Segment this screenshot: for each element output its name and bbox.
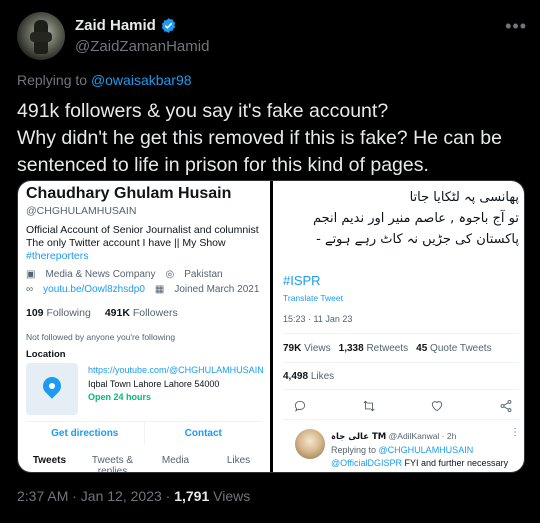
not-followed-note: Not followed by anyone you're following <box>26 332 176 342</box>
quotes-label: Quote Tweets <box>430 343 492 354</box>
location-hours: Open 24 hours <box>88 392 152 402</box>
get-directions-button: Get directions <box>51 428 119 439</box>
reply-author-name: عالی جاہ TM <box>331 432 387 442</box>
profile-link: youtu.be/Oowl8zhsdp0 <box>43 284 145 295</box>
map-pin-icon <box>39 373 65 399</box>
followers-label: Followers <box>132 307 178 319</box>
tweet-text-line2: Why didn't he get this removed if this i… <box>17 127 502 176</box>
urdu-line2: تو آج باجوہ , عاصم منیر اور ندیم انجم <box>312 211 519 226</box>
following-count: 109 <box>26 307 44 319</box>
ispr-hashtag: #ISPR <box>283 273 321 288</box>
profile-location: Pakistan <box>184 269 223 280</box>
like-icon <box>432 401 443 412</box>
location-buttons: Get directions Contact <box>26 421 262 445</box>
followers-count: 491K <box>104 307 130 319</box>
urdu-tweet-text: پھانسی پہ لٹکایا جاتا تو آج باجوہ , عاصم… <box>283 187 519 250</box>
tweet-footer: 2:37 AM · Jan 12, 2023 · 1,791 Views <box>17 488 250 504</box>
likes-count: 4,498 <box>283 371 309 382</box>
reply-more-icon: ⋮ <box>510 427 520 438</box>
link-icon: ∞ <box>26 284 34 295</box>
following-label: Following <box>46 307 91 319</box>
media-image-profile-screenshot[interactable]: Chaudhary Ghulam Husain @CHGHULAMHUSAIN … <box>18 181 270 472</box>
map-thumbnail <box>26 363 78 415</box>
reply-author-handle: @AdilKanwal · 2h <box>388 431 457 441</box>
contact-button: Contact <box>143 422 263 445</box>
reply-body-text: FYI and further necessary <box>404 458 509 468</box>
reply-body: @OfficialDGISPR FYI and further necessar… <box>331 458 508 468</box>
tweet-views-count: 1,791 <box>174 488 210 504</box>
reply-replying-to: Replying to @CHGHULAMHUSAIN <box>331 445 473 455</box>
views-label: Views <box>304 343 331 354</box>
profile-tab-tweets: Tweets <box>32 455 67 466</box>
profile-tabs: Tweets Tweets & replies Media Likes <box>18 455 270 473</box>
profile-tab-likes: Likes <box>226 455 251 466</box>
retweets-label: Retweets <box>366 343 409 354</box>
reply-to-prefix: Replying to <box>331 445 377 455</box>
tweet-text-line1: 491k followers & you say it's fake accou… <box>17 100 389 122</box>
location-url: https://youtube.com/@CHGHULAMHUSAIN <box>88 365 264 375</box>
urdu-line1: پھانسی پہ لٹکایا جاتا <box>409 190 519 205</box>
divider <box>283 333 519 334</box>
retweet-icon <box>363 400 375 412</box>
location-address: Iqbal Town Lahore Lahore 54000 <box>88 379 220 389</box>
quotes-count: 45 <box>416 343 428 354</box>
location-pin-icon: ◎ <box>165 269 175 280</box>
verified-badge-icon <box>161 18 176 33</box>
divider <box>283 362 519 363</box>
likes-label: Likes <box>310 371 335 382</box>
profile-category: Media & News Company <box>45 269 156 280</box>
profile-bio-line1: Official Account of Senior Journalist an… <box>26 224 259 236</box>
share-icon <box>500 399 512 413</box>
calendar-icon: ▦ <box>154 284 165 295</box>
tweet-header: Zaid Hamid @ZaidZamanHamid ••• <box>17 12 527 62</box>
name-row: Zaid Hamid <box>75 17 177 34</box>
profile-meta-row2: ∞ youtu.be/Oowl8zhsdp0 ▦ Joined March 20… <box>26 284 259 295</box>
profile-bio: Official Account of Senior Journalist an… <box>26 224 266 263</box>
avatar-figure-arms <box>30 32 52 42</box>
embedded-likes: 4,498 Likes <box>283 371 334 382</box>
reply-body-mention: @OfficialDGISPR <box>331 458 402 468</box>
profile-name: Chaudhary Ghulam Husain <box>26 185 232 202</box>
profile-follow-counts: 109 Following 491K Followers <box>26 307 178 319</box>
location-card: https://youtube.com/@CHGHULAMHUSAIN Iqba… <box>26 363 264 419</box>
divider <box>283 389 519 390</box>
avatar[interactable] <box>17 12 65 60</box>
reply-avatar <box>295 429 325 459</box>
profile-tab-replies: Tweets & replies <box>91 455 134 473</box>
handle[interactable]: @ZaidZamanHamid <box>75 38 209 55</box>
profile-tab-media: Media <box>161 455 190 466</box>
profile-joined: Joined March 2021 <box>174 284 260 295</box>
divider <box>283 419 519 420</box>
retweets-count: 1,338 <box>338 343 364 354</box>
media-image-tweet-screenshot[interactable]: پھانسی پہ لٹکایا جاتا تو آج باجوہ , عاصم… <box>273 181 524 472</box>
profile-bio-hashtag: #thereporters <box>26 250 89 262</box>
tweet-text: 491k followers & you say it's fake accou… <box>17 98 517 179</box>
replying-mention-link[interactable]: @owaisakbar98 <box>91 72 192 88</box>
urdu-line3: پاکستان کی جڑیں نہ کاٹ رہے ہوتے - <box>316 232 519 247</box>
location-heading: Location <box>26 349 66 360</box>
reply-to-mention: @CHGHULAMHUSAIN <box>378 445 474 455</box>
tweet-views-label: Views <box>213 488 251 504</box>
embedded-action-bar <box>293 399 513 413</box>
replying-prefix: Replying to <box>17 72 88 88</box>
tweet-timestamp[interactable]: 2:37 AM · Jan 12, 2023 · <box>17 488 174 504</box>
embedded-timestamp: 15:23 · 11 Jan 23 <box>283 314 353 324</box>
more-options-icon[interactable]: ••• <box>505 16 527 37</box>
replying-to: Replying to @owaisakbar98 <box>17 72 192 88</box>
profile-bio-line2: The only Twitter account I have || My Sh… <box>26 237 226 249</box>
media-attachment[interactable]: Chaudhary Ghulam Husain @CHGHULAMHUSAIN … <box>17 180 525 473</box>
views-count: 79K <box>283 343 302 354</box>
reply-header: عالی جاہ TM @AdilKanwal · 2h <box>331 431 456 442</box>
display-name[interactable]: Zaid Hamid <box>75 17 156 34</box>
briefcase-icon: ▣ <box>26 269 36 280</box>
profile-handle: @CHGHULAMHUSAIN <box>26 205 137 217</box>
embedded-stats: 79K Views 1,338 Retweets 45 Quote Tweets <box>283 343 492 354</box>
reply-icon <box>294 400 306 412</box>
profile-meta-row1: ▣ Media & News Company ◎ Pakistan <box>26 269 223 280</box>
translate-tweet-link: Translate Tweet <box>283 293 344 303</box>
